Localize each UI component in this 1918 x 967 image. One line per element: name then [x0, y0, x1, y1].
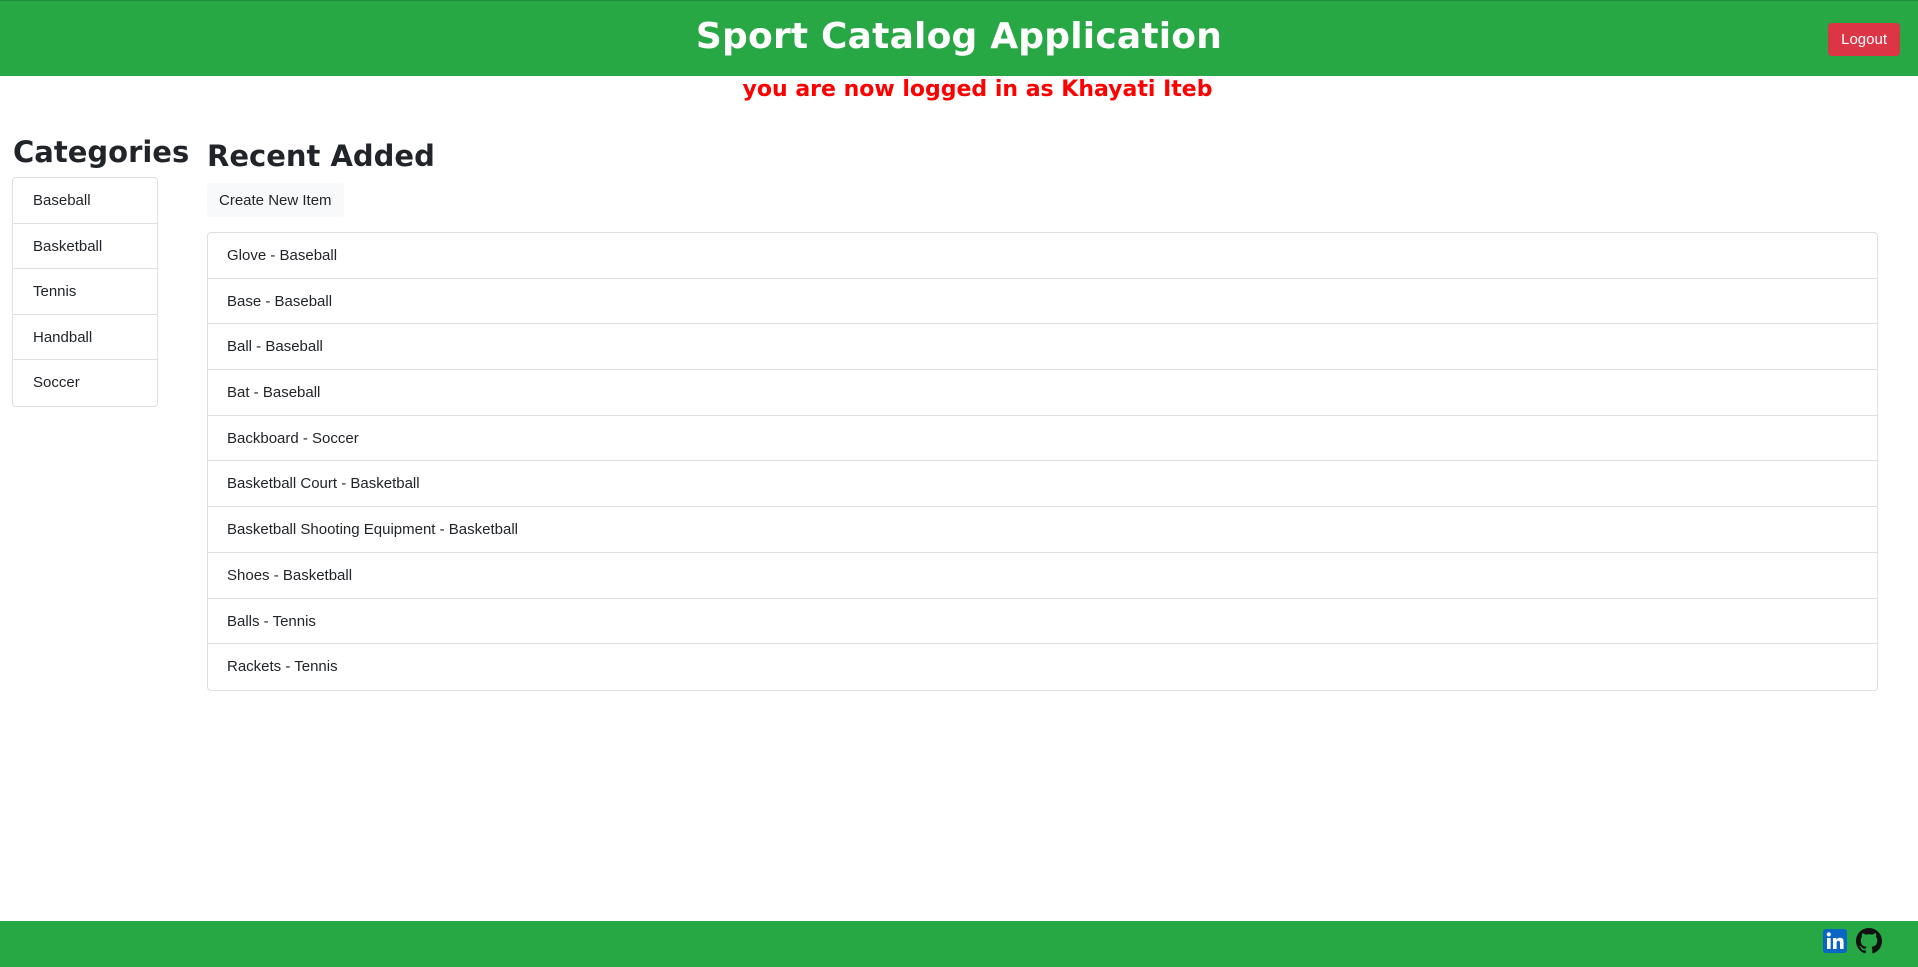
github-icon[interactable]: [1856, 928, 1882, 954]
social-links: [1822, 928, 1882, 954]
logout-button[interactable]: Logout: [1828, 23, 1900, 56]
list-item[interactable]: Basketball Shooting Equipment - Basketba…: [208, 507, 1877, 553]
category-item-soccer[interactable]: Soccer: [13, 360, 157, 406]
categories-list: Baseball Basketball Tennis Handball Socc…: [12, 177, 158, 407]
recent-items-list: Glove - Baseball Base - Baseball Ball - …: [207, 232, 1878, 691]
recent-added-heading: Recent Added: [207, 139, 435, 173]
category-item-handball[interactable]: Handball: [13, 315, 157, 361]
list-item[interactable]: Ball - Baseball: [208, 324, 1877, 371]
list-item[interactable]: Base - Baseball: [208, 279, 1877, 325]
create-new-item-button[interactable]: Create New Item: [207, 183, 344, 217]
list-item[interactable]: Backboard - Soccer: [208, 416, 1877, 462]
list-item[interactable]: Basketball Court - Basketball: [208, 461, 1877, 508]
list-item[interactable]: Balls - Tennis: [208, 599, 1877, 645]
login-flash-message: you are now logged in as Khayati Iteb: [742, 77, 1213, 102]
category-item-baseball[interactable]: Baseball: [13, 178, 157, 224]
app-title: Sport Catalog Application: [695, 16, 1223, 57]
list-item[interactable]: Bat - Baseball: [208, 370, 1877, 416]
category-item-tennis[interactable]: Tennis: [13, 269, 157, 315]
categories-heading: Categories: [13, 135, 190, 169]
category-item-basketball[interactable]: Basketball: [13, 224, 157, 270]
linkedin-icon[interactable]: [1822, 928, 1848, 954]
list-item[interactable]: Glove - Baseball: [208, 233, 1877, 279]
app-footer: [0, 921, 1918, 967]
list-item[interactable]: Shoes - Basketball: [208, 553, 1877, 599]
list-item[interactable]: Rackets - Tennis: [208, 644, 1877, 690]
app-header: Sport Catalog Application Logout: [0, 0, 1918, 76]
